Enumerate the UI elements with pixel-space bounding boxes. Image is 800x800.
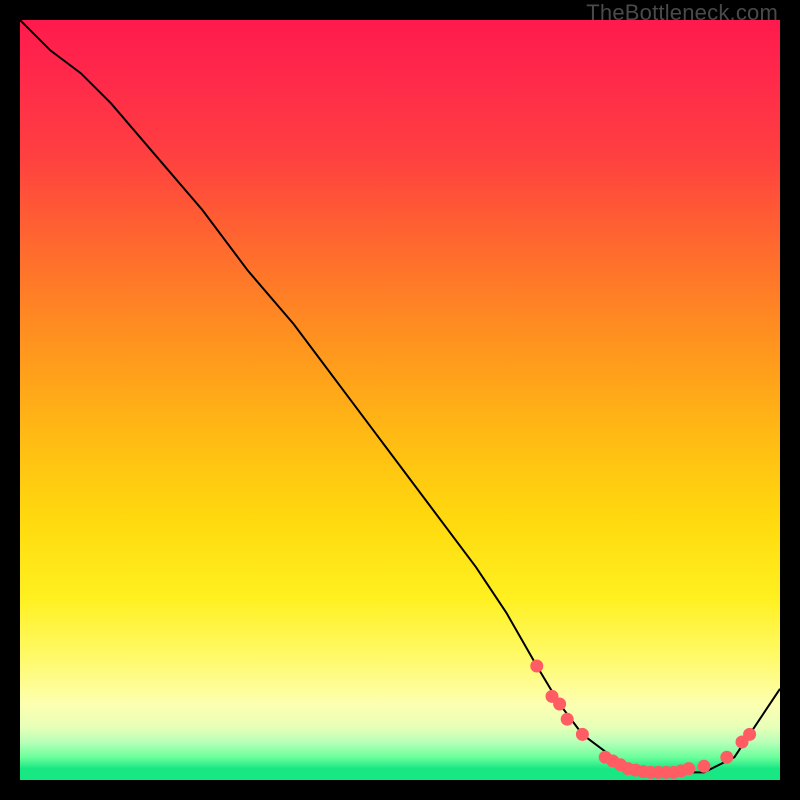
marker-point xyxy=(744,728,756,740)
marker-point xyxy=(683,763,695,775)
marker-point xyxy=(576,728,588,740)
curve-svg xyxy=(20,20,780,780)
marker-group xyxy=(531,660,756,778)
bottleneck-curve xyxy=(20,20,780,772)
marker-point xyxy=(531,660,543,672)
marker-point xyxy=(561,713,573,725)
plot-area xyxy=(20,20,780,780)
marker-point xyxy=(698,760,710,772)
marker-point xyxy=(721,751,733,763)
chart-frame: TheBottleneck.com xyxy=(0,0,800,800)
marker-point xyxy=(554,698,566,710)
